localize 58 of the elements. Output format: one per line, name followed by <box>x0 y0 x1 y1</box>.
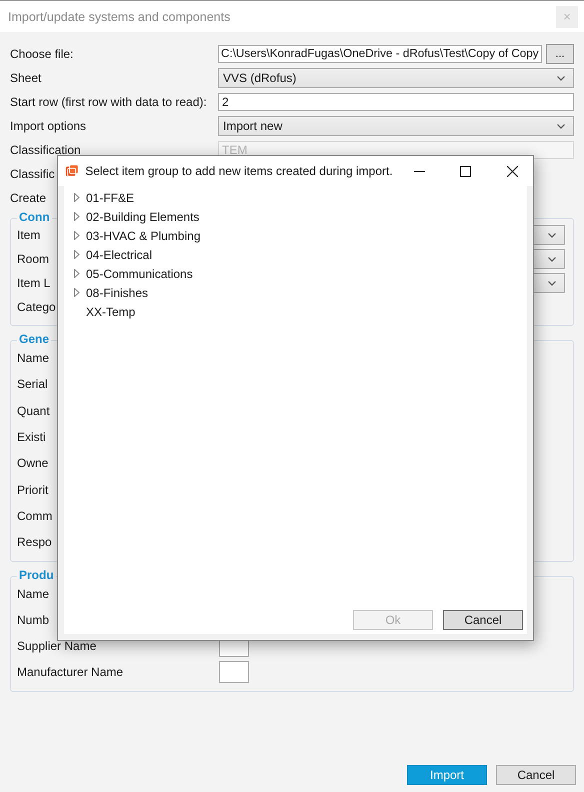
chevron-down-icon <box>548 232 556 238</box>
field-label: Room <box>17 252 50 266</box>
cancel-button[interactable]: Cancel <box>496 765 576 785</box>
caret-right-icon[interactable] <box>74 269 80 278</box>
file-path-field[interactable]: C:\Users\KonradFugas\OneDrive - dRofus\Test\Copy of Copy <box>218 44 542 62</box>
browse-button[interactable]: ... <box>546 44 574 64</box>
close-icon[interactable] <box>507 166 518 176</box>
field-label: Owne <box>17 456 48 470</box>
field-label: Quant <box>17 404 50 418</box>
chevron-down-icon <box>557 124 565 128</box>
chevron-down-icon <box>548 256 556 262</box>
group-title: Produ <box>17 568 56 582</box>
tree-item[interactable]: 02-Building Elements <box>74 207 527 226</box>
field-label: Numb <box>17 613 50 628</box>
dialog-title: Select item group to add new items created during import. <box>85 164 393 178</box>
chevron-down-icon <box>557 76 565 80</box>
field-label: Comm <box>17 508 52 523</box>
dropdown[interactable]: Import new <box>218 116 574 136</box>
minimize-icon[interactable] <box>414 170 425 172</box>
field-label: Sheet <box>10 71 42 85</box>
field-label: Import options <box>10 119 86 133</box>
field-label: Classific <box>10 167 55 181</box>
window-title: Import/update systems and components <box>8 10 230 24</box>
field-label: Existi <box>17 430 46 444</box>
dropdown[interactable]: VVS (dRofus) <box>218 68 574 88</box>
input-field[interactable] <box>219 661 249 684</box>
field-label: Item L <box>17 276 50 290</box>
field-label: Classification <box>10 143 81 157</box>
tree-item[interactable]: 01-FF&E <box>74 188 527 207</box>
field-label: Serial <box>17 377 48 392</box>
tree-item[interactable]: 05-Communications <box>74 264 527 283</box>
cancel-button[interactable]: Cancel <box>443 610 523 630</box>
maximize-icon[interactable] <box>460 166 472 176</box>
tree-item[interactable]: 08-Finishes <box>74 283 527 302</box>
group-title: Gene <box>17 332 52 346</box>
tree-item[interactable]: 04-Electrical <box>74 245 527 264</box>
group-title: Conn <box>17 210 52 224</box>
field-label: Supplier Name <box>17 639 96 654</box>
field-label: Name <box>17 587 50 602</box>
field-label: Choose file: <box>10 47 74 61</box>
field-label: Respo <box>17 535 52 550</box>
caret-right-icon[interactable] <box>74 288 80 297</box>
caret-right-icon[interactable] <box>74 193 80 202</box>
tree-item[interactable]: XX-Temp <box>74 302 527 321</box>
field-label: Create <box>10 191 46 205</box>
field-label: Item <box>17 228 40 242</box>
chevron-down-icon <box>548 280 556 286</box>
caret-right-icon[interactable] <box>74 231 80 240</box>
field-label: Start row (first row with data to read): <box>10 95 207 109</box>
field-label: Priorit <box>17 482 48 497</box>
field-label: Manufacturer Name <box>17 665 124 680</box>
field-label: Name <box>17 351 50 366</box>
field-label: Catego <box>17 300 56 314</box>
caret-right-icon[interactable] <box>74 250 80 259</box>
text-field[interactable]: 2 <box>218 93 574 111</box>
tree-item[interactable]: 03-HVAC & Plumbing <box>74 226 527 245</box>
caret-right-icon[interactable] <box>74 212 80 221</box>
app-logo-icon <box>65 163 80 179</box>
